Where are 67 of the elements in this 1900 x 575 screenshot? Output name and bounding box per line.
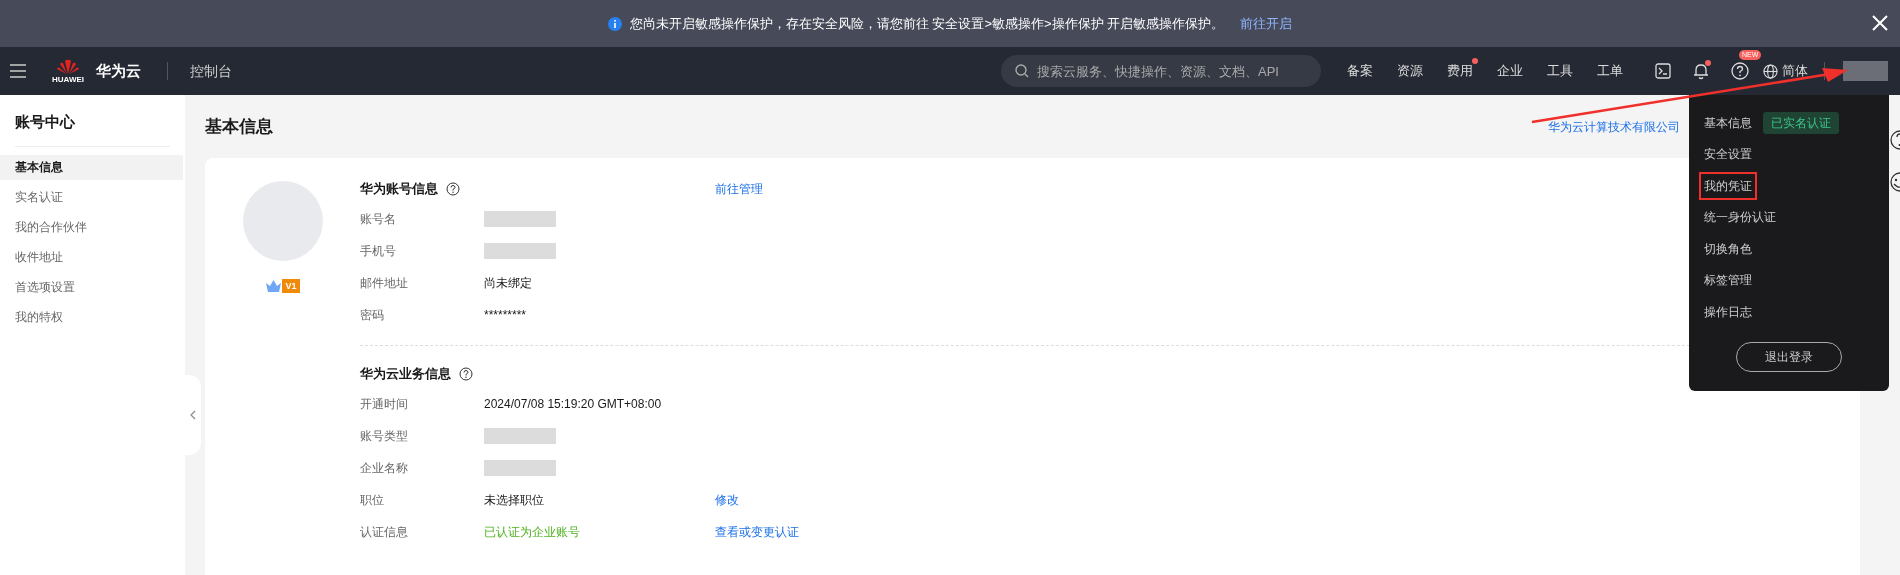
- field-value: 2024/07/08 15:19:20 GMT+08:00: [484, 396, 662, 413]
- field-label: 邮件地址: [360, 275, 409, 292]
- sidebar-item[interactable]: 首选项设置: [0, 274, 185, 300]
- status-value: 已认证为企业账号: [484, 524, 580, 541]
- huawei-logo[interactable]: HUAWEI: [52, 58, 84, 84]
- field-label: 开通时间: [360, 396, 409, 413]
- search-icon: [1015, 64, 1029, 78]
- redacted-value: [484, 243, 556, 259]
- field-label: 密码: [360, 307, 385, 324]
- help-icon[interactable]: [1890, 130, 1900, 150]
- field-label: 认证信息: [360, 524, 409, 541]
- page-title: 基本信息: [205, 115, 273, 138]
- brand-name: 华为云: [96, 60, 141, 81]
- nav-link[interactable]: 资源: [1385, 61, 1435, 81]
- language-button[interactable]: 简体: [1763, 61, 1808, 81]
- field-label: 账号名: [360, 211, 397, 228]
- field-label: 手机号: [360, 243, 397, 260]
- menu-item[interactable]: 安全设置: [1701, 145, 1755, 164]
- manage-link[interactable]: 前往管理: [715, 180, 763, 198]
- terminal-icon[interactable]: [1653, 61, 1673, 81]
- nav-link[interactable]: 工单: [1585, 61, 1635, 81]
- field-value: 尚未绑定: [484, 275, 532, 292]
- banner-message: 您尚未开启敏感操作保护，存在安全风险，请您前往 安全设置>敏感操作>操作保护 开启敏感操作保护。: [629, 14, 1225, 33]
- nav-link[interactable]: 企业: [1485, 61, 1535, 81]
- field-label: 账号类型: [360, 428, 409, 445]
- nav-link[interactable]: 工具: [1535, 61, 1585, 81]
- logo-text: HUAWEI: [52, 74, 84, 84]
- field-value: *********: [484, 307, 527, 324]
- menu-item[interactable]: 统一身份认证: [1701, 208, 1779, 227]
- field-value: 未选择职位: [484, 492, 544, 509]
- info-icon: [607, 16, 622, 31]
- sidebar-item[interactable]: 我的特权: [0, 304, 185, 330]
- nav-link[interactable]: 费用: [1435, 61, 1485, 81]
- field-label: 企业名称: [360, 460, 409, 477]
- sidebar-item[interactable]: 我的合作伙伴: [0, 214, 185, 240]
- sidebar-item[interactable]: 基本信息: [0, 154, 183, 180]
- redacted-value: [484, 428, 556, 444]
- verified-badge: 已实名认证: [1763, 111, 1839, 134]
- redacted-value: [484, 460, 556, 476]
- menu-item[interactable]: 标签管理: [1701, 271, 1755, 290]
- help-icon[interactable]: [446, 182, 460, 196]
- level-label: V1: [282, 279, 300, 293]
- sidebar-item[interactable]: 收件地址: [0, 244, 185, 270]
- menu-button[interactable]: [10, 64, 28, 78]
- close-button[interactable]: [1870, 13, 1890, 33]
- smiley-icon[interactable]: [1890, 172, 1900, 192]
- nav-link[interactable]: 备案: [1335, 61, 1385, 81]
- action-link[interactable]: 修改: [715, 491, 739, 509]
- redacted-value: [484, 211, 556, 227]
- console-link[interactable]: 控制台: [190, 60, 232, 82]
- search-field[interactable]: 搜索云服务、快捷操作、资源、文档、API: [1001, 55, 1321, 87]
- sidebar-title: 账号中心: [14, 112, 76, 132]
- sidebar-item[interactable]: 实名认证: [0, 184, 185, 210]
- chevron-icon: [190, 410, 196, 420]
- field-label: 职位: [360, 492, 385, 509]
- help-icon[interactable]: [459, 367, 473, 381]
- banner-link[interactable]: 前往开启: [1240, 13, 1293, 34]
- menu-item[interactable]: 切换角色: [1701, 239, 1755, 258]
- menu-item[interactable]: 操作日志: [1701, 302, 1755, 321]
- section-title: 华为云业务信息: [360, 365, 451, 384]
- menu-item[interactable]: 我的凭证: [1701, 173, 1755, 198]
- section-title: 华为账号信息: [360, 180, 438, 199]
- company-link[interactable]: 华为云计算技术有限公司: [1548, 117, 1680, 136]
- help-icon[interactable]: [1729, 60, 1751, 82]
- action-link[interactable]: 查看或变更认证: [715, 523, 799, 541]
- menu-item[interactable]: 基本信息: [1701, 113, 1755, 132]
- globe-icon: [1763, 63, 1778, 79]
